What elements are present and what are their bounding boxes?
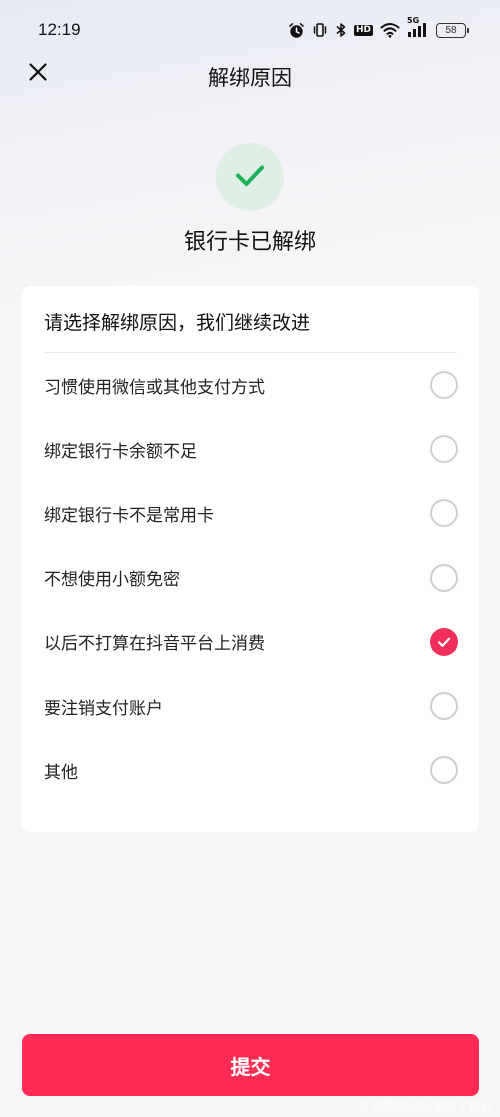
reason-option-label: 其他 [44, 762, 78, 783]
reason-option-label: 要注销支付账户 [44, 698, 163, 719]
status-bar: 12:19 HD 5G 58 [0, 0, 500, 60]
radio-unchecked-icon[interactable] [430, 435, 458, 464]
watermark-text: @眼泪闪闪变成了钻石 [371, 1099, 492, 1113]
reason-option-label: 不想使用小额免密 [44, 570, 180, 591]
reason-option[interactable]: 习惯使用微信或其他支付方式 [22, 353, 479, 417]
reason-option[interactable]: 要注销支付账户 [22, 674, 479, 738]
page-title: 解绑原因 [208, 66, 292, 90]
weibo-icon [356, 1099, 369, 1113]
watermark: @眼泪闪闪变成了钻石 [356, 1097, 492, 1114]
reason-card: 请选择解绑原因，我们继续改进 习惯使用微信或其他支付方式 绑定银行卡余额不足 绑… [22, 286, 479, 832]
reason-option-label: 习惯使用微信或其他支付方式 [44, 377, 265, 398]
reason-card-title: 请选择解绑原因，我们继续改进 [44, 312, 311, 334]
wifi-icon [380, 22, 400, 38]
bluetooth-icon [335, 22, 347, 38]
reason-option[interactable]: 其他 [22, 738, 479, 802]
reason-option-selected[interactable]: 以后不打算在抖音平台上消费 [22, 610, 479, 674]
alarm-icon [288, 22, 305, 39]
reason-list: 习惯使用微信或其他支付方式 绑定银行卡余额不足 绑定银行卡不是常用卡 不想使用小… [22, 353, 479, 802]
radio-unchecked-icon[interactable] [430, 692, 458, 721]
reason-option[interactable]: 绑定银行卡余额不足 [22, 417, 479, 481]
status-time: 12:19 [38, 20, 81, 39]
reason-option-label: 绑定银行卡不是常用卡 [44, 505, 214, 526]
reason-option-label: 绑定银行卡余额不足 [44, 441, 197, 462]
radio-checked-icon[interactable] [430, 627, 458, 656]
checkmark-icon [233, 158, 267, 196]
reason-option[interactable]: 绑定银行卡不是常用卡 [22, 481, 479, 545]
unbind-result-text: 银行卡已解绑 [183, 230, 316, 255]
reason-option-label: 以后不打算在抖音平台上消费 [44, 634, 265, 655]
radio-unchecked-icon[interactable] [430, 563, 458, 592]
network-type-label: 5G [407, 16, 420, 25]
radio-unchecked-icon[interactable] [430, 756, 458, 785]
hd-icon: HD [353, 24, 373, 36]
success-badge [216, 143, 284, 211]
submit-button[interactable]: 提交 [22, 1034, 479, 1096]
radio-unchecked-icon[interactable] [430, 499, 458, 528]
nav-bar: 解绑原因 [0, 52, 500, 100]
signal-icon: 5G [407, 16, 429, 38]
status-icons: HD 5G 58 [288, 16, 469, 39]
reason-option[interactable]: 不想使用小额免密 [22, 546, 479, 610]
battery-indicator: 58 [436, 22, 469, 38]
vibrate-icon [312, 22, 328, 38]
radio-unchecked-icon[interactable] [430, 371, 458, 400]
